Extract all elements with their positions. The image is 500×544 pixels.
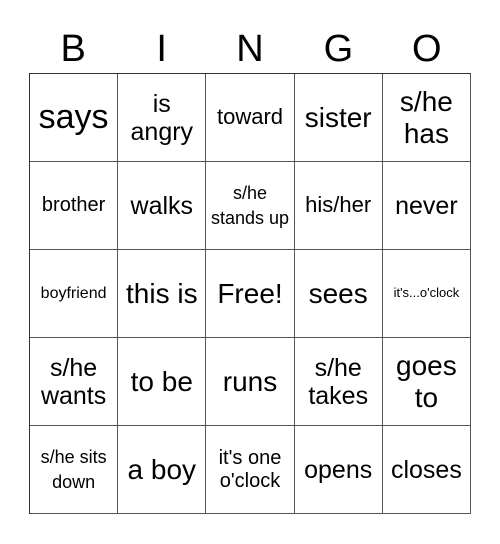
bingo-cell[interactable]: s/he has <box>382 74 471 162</box>
bingo-cell[interactable]: it's one o'clock <box>206 426 295 514</box>
bingo-cell[interactable]: s/he sits down <box>30 426 119 514</box>
bingo-cell[interactable]: s/he takes <box>294 338 383 426</box>
bingo-cell[interactable]: brother <box>30 162 119 250</box>
bingo-cell[interactable]: runs <box>206 338 295 426</box>
bingo-cell[interactable]: goes to <box>382 338 471 426</box>
bingo-cell[interactable]: his/her <box>294 162 383 250</box>
header-letter-o: O <box>412 28 442 70</box>
bingo-header: B I N G O <box>29 26 471 72</box>
bingo-cell[interactable]: s/he wants <box>30 338 119 426</box>
bingo-cell[interactable]: is angry <box>118 74 207 162</box>
header-letter-b: B <box>60 28 86 70</box>
bingo-cell[interactable]: s/he stands up <box>206 162 295 250</box>
header-letter-i: I <box>156 28 167 70</box>
bingo-cell[interactable]: it's...o'clock <box>382 250 471 338</box>
bingo-cell[interactable]: a boy <box>118 426 207 514</box>
bingo-cell[interactable]: toward <box>206 74 295 162</box>
bingo-cell[interactable]: boyfriend <box>30 250 119 338</box>
bingo-grid: says is angry toward sister s/he has bro… <box>29 73 471 514</box>
bingo-cell[interactable]: opens <box>294 426 383 514</box>
bingo-cell[interactable]: says <box>30 74 119 162</box>
bingo-cell[interactable]: to be <box>118 338 207 426</box>
header-letter-n: N <box>236 28 264 70</box>
bingo-cell[interactable]: walks <box>118 162 207 250</box>
bingo-cell[interactable]: this is <box>118 250 207 338</box>
bingo-cell[interactable]: sees <box>294 250 383 338</box>
free-space-cell[interactable]: Free! <box>206 250 295 338</box>
bingo-cell[interactable]: sister <box>294 74 383 162</box>
bingo-cell[interactable]: closes <box>382 426 471 514</box>
header-letter-g: G <box>323 28 354 70</box>
bingo-cell[interactable]: never <box>382 162 471 250</box>
